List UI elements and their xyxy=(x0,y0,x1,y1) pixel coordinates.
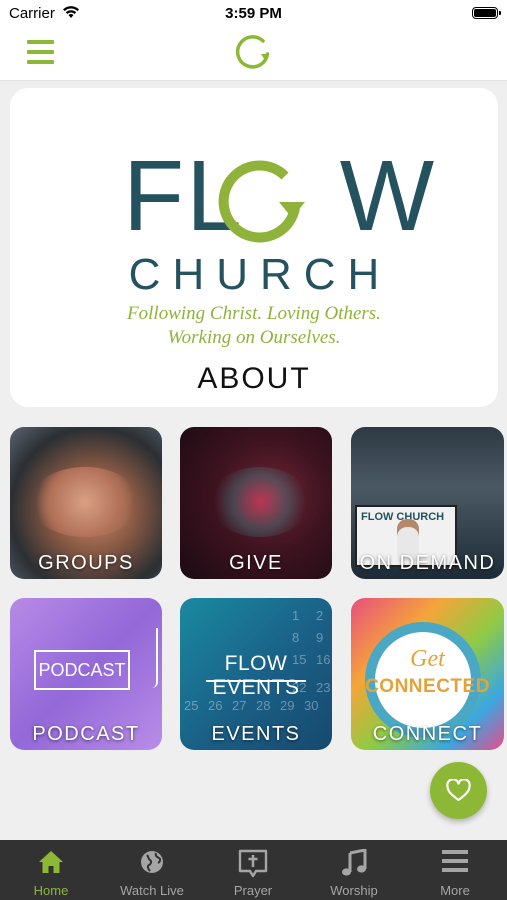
tab-watch-live-label: Watch Live xyxy=(120,883,184,898)
events-divider xyxy=(206,680,306,682)
groups-label: GROUPS xyxy=(38,552,134,574)
brand-church-text: CHURCH xyxy=(128,250,392,299)
cross-chat-icon xyxy=(238,849,268,878)
podcast-inner-box: PODCAST xyxy=(34,650,130,690)
cal-num: 27 xyxy=(232,698,247,713)
events-tile[interactable]: 1 2 8 9 15 16 22 23 25 26 27 28 29 30 FL… xyxy=(180,598,332,750)
top-nav-bar xyxy=(0,28,507,81)
stacked-hands-image xyxy=(30,467,140,537)
cal-num: 28 xyxy=(256,698,271,713)
tab-home[interactable]: Home xyxy=(1,840,101,900)
brand-tagline: Following Christ. Loving Others. Working… xyxy=(10,302,498,350)
give-label: GIVE xyxy=(229,552,283,574)
cal-num: 30 xyxy=(304,698,319,713)
tagline-line2: Working on Ourselves. xyxy=(167,327,341,348)
about-card[interactable]: FL W CHURCH Following Christ. Loving Othe… xyxy=(10,88,498,407)
tab-more[interactable]: More xyxy=(405,840,505,900)
events-inner-title: FLOW EVENTS xyxy=(212,652,300,699)
events-label: EVENTS xyxy=(211,723,301,745)
heart-icon xyxy=(446,779,471,802)
brand-w: W xyxy=(339,140,437,252)
status-bar: Carrier 3:59 PM xyxy=(0,0,507,28)
flow-logo-icon xyxy=(235,35,270,69)
tab-prayer-label: Prayer xyxy=(233,883,273,898)
cal-num: 25 xyxy=(184,698,199,713)
connect-tile[interactable]: Get CONNECTED CONNECT xyxy=(351,598,504,750)
tab-worship-label: Worship xyxy=(330,883,378,898)
cal-num: 2 xyxy=(316,608,324,623)
groups-tile[interactable]: GROUPS xyxy=(10,427,162,579)
tagline-line1: Following Christ. Loving Others. xyxy=(127,303,381,324)
earbud-icon xyxy=(142,628,158,688)
favorite-fab-button[interactable] xyxy=(430,762,487,819)
bottom-tab-bar: Home Watch Live Prayer Worship More xyxy=(0,840,507,900)
tab-home-label: Home xyxy=(33,883,69,898)
cal-num: 8 xyxy=(292,630,300,645)
music-note-icon xyxy=(342,848,367,876)
hamburger-menu-icon[interactable] xyxy=(27,40,54,64)
cal-num: 29 xyxy=(280,698,295,713)
give-tile[interactable]: GIVE xyxy=(180,427,332,579)
on-demand-label: ON DEMAND xyxy=(359,552,496,574)
cal-num: 9 xyxy=(316,630,324,645)
home-icon xyxy=(39,851,63,873)
cal-num: 26 xyxy=(208,698,223,713)
connected-text: CONNECTED xyxy=(365,676,490,697)
menu-lines-icon xyxy=(442,850,468,872)
podcast-tile[interactable]: PODCAST PODCAST xyxy=(10,598,162,750)
tab-prayer[interactable]: Prayer xyxy=(203,840,303,900)
flow-o-arrow-icon xyxy=(218,160,305,243)
globe-icon xyxy=(141,851,163,873)
connect-label: CONNECT xyxy=(372,723,483,745)
podcast-label: PODCAST xyxy=(32,723,140,745)
battery-icon xyxy=(472,7,501,19)
open-hands-image xyxy=(210,467,310,537)
get-text: Get xyxy=(410,646,445,672)
tab-more-label: More xyxy=(440,883,470,898)
on-demand-tile[interactable]: FLOW CHURCH ON DEMAND xyxy=(351,427,504,579)
tab-worship[interactable]: Worship xyxy=(304,840,404,900)
flow-church-brand: FL W CHURCH Following Christ. Loving Othe… xyxy=(10,88,498,407)
cal-num: 1 xyxy=(292,608,300,623)
tab-watch-live[interactable]: Watch Live xyxy=(102,840,202,900)
about-label: ABOUT xyxy=(197,362,311,395)
status-time: 3:59 PM xyxy=(225,5,282,22)
